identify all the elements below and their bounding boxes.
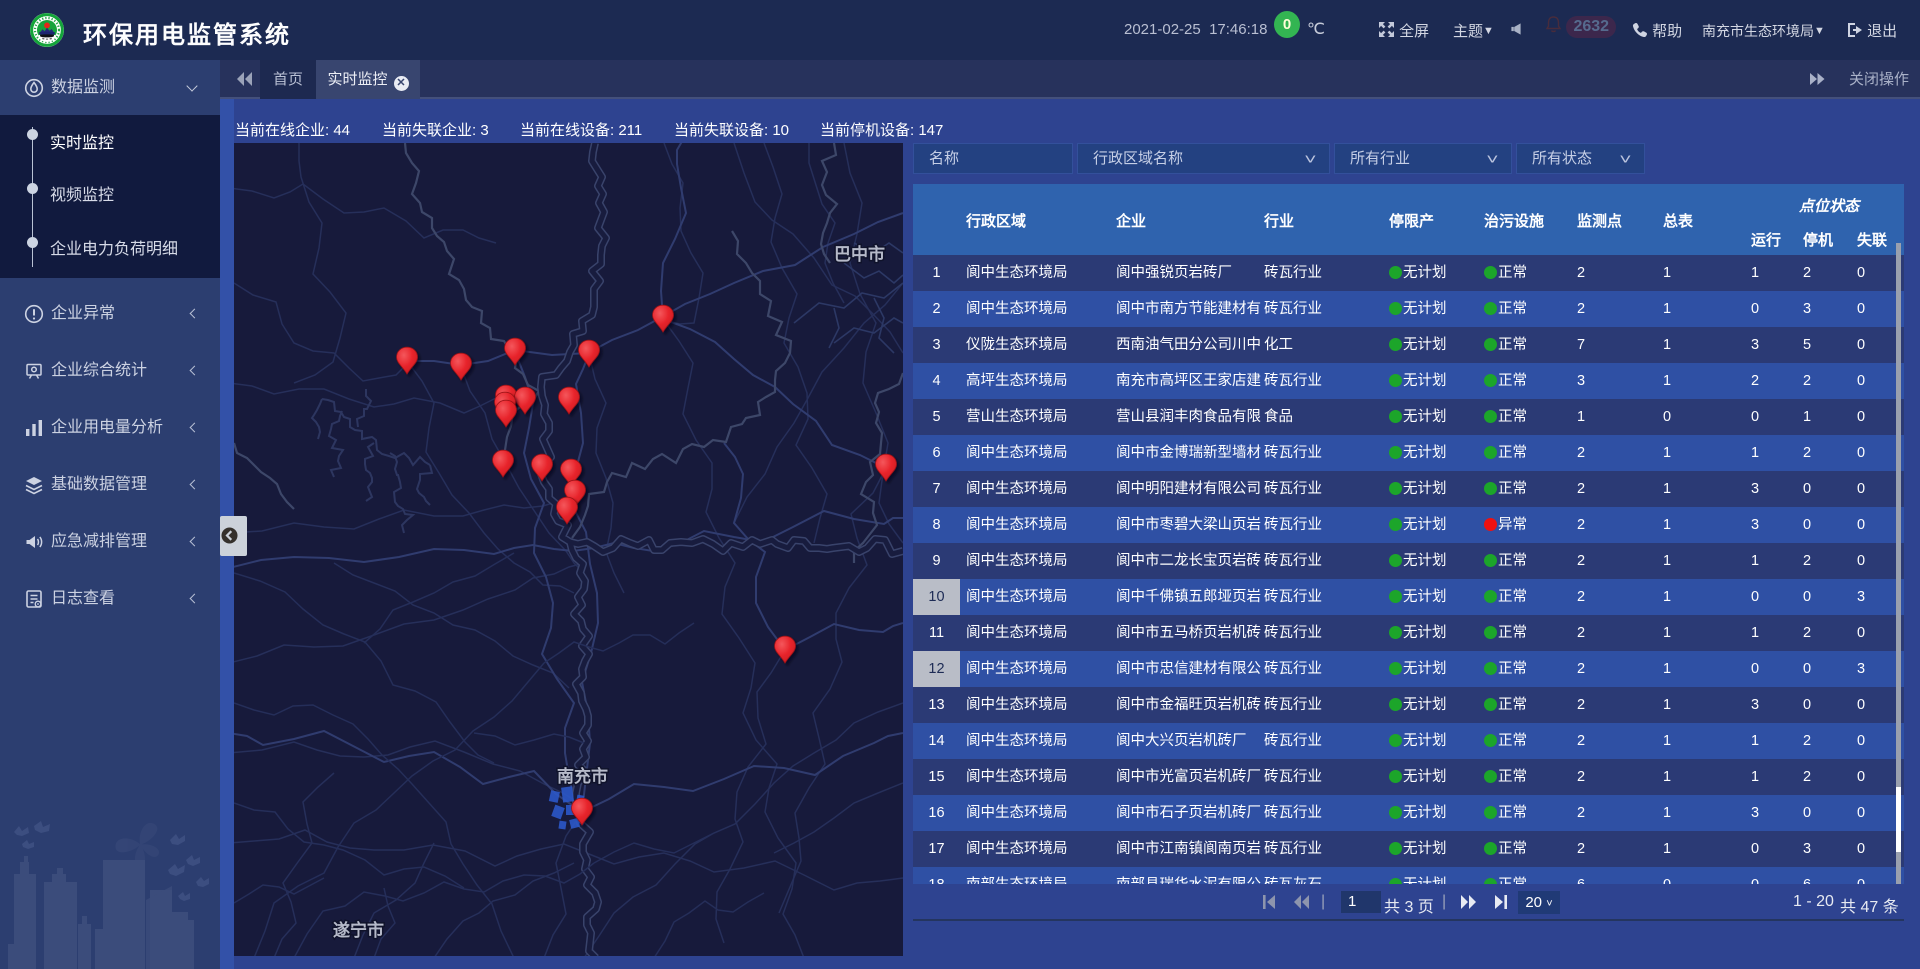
svg-text:巴中市: 巴中市: [834, 244, 885, 264]
svg-text:南充市: 南充市: [557, 766, 608, 786]
svg-text:遂宁市: 遂宁市: [333, 920, 384, 940]
